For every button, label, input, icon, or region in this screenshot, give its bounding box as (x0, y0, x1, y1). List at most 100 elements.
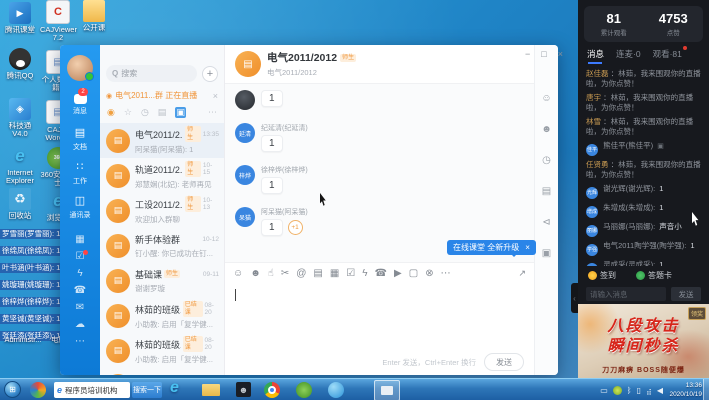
desktop-icon-admin[interactable]: Administr... (2, 336, 44, 344)
tray-app-icon[interactable]: ▭ (600, 386, 608, 395)
live-tab[interactable]: 消息 (587, 48, 604, 60)
taskbar-360-icon[interactable] (296, 382, 312, 398)
sender-avatar[interactable]: 延清 (235, 123, 255, 143)
taskbar-active-app[interactable] (374, 380, 400, 400)
chat-list-item[interactable]: 电气1821/1.. 师生 (100, 368, 224, 375)
toolbar-icon[interactable]: ↗ (518, 268, 526, 279)
tray-device-icon[interactable]: ▯ (637, 386, 641, 395)
sidebar-tool[interactable]: ☑ (76, 248, 85, 265)
side-strip-icon[interactable]: ◷ (542, 155, 551, 166)
close-button[interactable]: × (558, 49, 563, 59)
live-tab[interactable]: 连麦·0 (616, 48, 641, 60)
toolbar-icon[interactable]: ☎ (375, 268, 387, 279)
message-input[interactable] (225, 283, 534, 349)
banner-close-icon[interactable]: × (213, 91, 218, 101)
nav-item[interactable]: ∷ 工作 (73, 159, 87, 187)
desktop-icon[interactable]: 公开课 (76, 0, 112, 32)
toolbar-icon[interactable]: ☺ (233, 268, 243, 279)
nav-item[interactable]: ▤ 文档 (73, 125, 87, 153)
taskbar-ie-icon[interactable]: e (170, 379, 179, 397)
side-strip-icon[interactable]: ▤ (542, 186, 551, 197)
live-send-button[interactable]: 发送 (671, 287, 701, 301)
sidebar-tool[interactable]: ▦ (75, 231, 84, 248)
user-avatar[interactable] (67, 55, 93, 81)
live-chat-input[interactable] (586, 287, 666, 301)
desktop-icon[interactable]: 腾讯课堂 (2, 2, 38, 34)
tooltip-close-icon[interactable]: × (525, 243, 530, 252)
filter-tab-icon[interactable]: ▣ (175, 107, 186, 118)
start-button[interactable]: ⊞ (4, 381, 21, 398)
toolbar-icon[interactable]: ☻ (250, 268, 261, 279)
chat-list-item[interactable]: 轨道2011/2.. 师生 10-15 郑慧娴(北妃): 老师再见 (100, 158, 224, 193)
toolbar-icon[interactable]: ☑ (346, 268, 355, 279)
side-strip-icon[interactable]: ▣ (542, 248, 551, 259)
live-tab[interactable]: 观看·81 (653, 48, 682, 60)
live-action-button[interactable]: 签到 (588, 270, 616, 281)
toolbar-icon[interactable]: ▦ (330, 268, 339, 279)
taskbar-app-dark[interactable]: ☻ (236, 382, 251, 397)
sender-avatar[interactable]: 梓烨 (235, 165, 255, 185)
toolbar-icon[interactable]: ☝ (268, 268, 274, 279)
sender-avatar[interactable] (235, 90, 255, 110)
side-strip-icon[interactable]: ☺ (541, 93, 551, 104)
taskbar-search-button[interactable]: 搜索一下 (132, 382, 162, 398)
toolbar-icon[interactable]: ✂ (281, 268, 289, 279)
chat-list-item[interactable]: 林茹的班级... 已结课 08-20 小助教: 启用「复学健... (100, 298, 224, 333)
side-strip-icon[interactable]: ⊲ (542, 217, 550, 228)
chat-list-item[interactable]: 基础课 师生 09-11 谢谢罗璇 (100, 263, 224, 298)
chat-list-item[interactable]: 新手体验群 10-12 钉小醒: 你已成功在钉... (100, 228, 224, 263)
chat-item-meta: 林茹的班级... 已结课 08-20 小助教: 启用「复学健... (135, 301, 219, 330)
taskbar-clock[interactable]: 13:36 2020/10/19 (660, 381, 702, 399)
minimize-button[interactable]: − (525, 49, 530, 59)
toolbar-icon[interactable]: @ (296, 268, 306, 279)
chat-list-item[interactable]: 电气2011/2.. 师生 13:35 阿呆猫(阿呆猫): 1 (100, 123, 224, 158)
nav-item[interactable]: ◫ 通讯录 (70, 193, 91, 221)
chat-list-item[interactable]: 林茹的班级... 已结课 08-20 小助教: 启用「复学健... (100, 333, 224, 368)
toolbar-icon[interactable]: ▢ (409, 268, 418, 279)
toolbar-icon[interactable]: ▤ (313, 268, 322, 279)
network-signal-icon[interactable]: ⣴ (646, 386, 652, 395)
desktop-icon[interactable]: 回收站 (2, 188, 38, 220)
bluetooth-icon[interactable]: ᛒ (627, 386, 632, 395)
taskbar-folder-icon[interactable] (202, 384, 220, 396)
sidebar-tool[interactable]: ☎ (74, 282, 86, 299)
chat-list-item[interactable]: 工设2011/2.. 师生 10-13 欢迎加入群聊 (100, 193, 224, 228)
sidebar-tool[interactable]: ✉ (76, 299, 84, 316)
show-desktop-button[interactable] (703, 379, 709, 400)
toolbar-icon[interactable]: ⊗ (425, 268, 433, 279)
tray-security-icon[interactable] (613, 386, 622, 395)
taskbar-app-pinwheel[interactable] (30, 382, 46, 398)
send-button[interactable]: 发送 (484, 353, 524, 371)
ad-banner[interactable]: 八段攻击 瞬间秒杀 刀刀麻痹 BOSS随便爆 领奖 (578, 304, 709, 378)
desktop-icon[interactable]: 腾讯QQ (2, 48, 38, 80)
plus-one-sticker[interactable]: +1 (288, 220, 303, 235)
sidebar-tool[interactable]: ☁ (75, 316, 85, 333)
toolbar-icon[interactable]: ▶ (394, 268, 402, 279)
taskbar-search-box[interactable]: e 程序员培训机构 (54, 382, 130, 398)
toolbar-icon[interactable]: ϟ (362, 268, 367, 279)
live-action-button[interactable]: 答题卡 (636, 270, 672, 281)
sender-avatar[interactable]: 呆猫 (235, 207, 255, 227)
taskbar-browser-icon[interactable] (328, 382, 344, 398)
filter-tab-icon[interactable]: ▤ (158, 107, 167, 118)
filter-tab-icon[interactable]: ⋯ (208, 107, 217, 118)
group-avatar-large[interactable] (235, 51, 261, 77)
taskbar-chrome-icon[interactable] (264, 382, 280, 398)
filter-tab-icon[interactable]: ◷ (141, 107, 149, 118)
filter-tab-icon[interactable]: ☆ (124, 107, 132, 118)
side-strip-icon[interactable]: ☻ (541, 124, 552, 135)
panel-collapse-handle[interactable]: ‹ (571, 283, 578, 313)
toolbar-icon[interactable]: ⋯ (441, 268, 451, 279)
sidebar-tool[interactable]: ϟ (77, 265, 82, 282)
desktop-icon[interactable]: CAJViewer 7.2 (40, 0, 76, 42)
live-broadcast-banner[interactable]: ◉ 电气2011...群 正在直播 × (106, 88, 218, 103)
filter-tab-icon[interactable]: ◉ (107, 107, 115, 118)
search-input[interactable]: Q 搜索 (106, 65, 197, 82)
sidebar-tool[interactable]: ⋯ (75, 333, 85, 350)
desktop-icon[interactable]: 科技通 V4.0 (2, 98, 38, 138)
desktop-icon[interactable]: Internet Explorer (2, 145, 38, 185)
add-button[interactable]: + (202, 66, 218, 82)
nav-item[interactable]: 2 消息 (73, 91, 87, 119)
upgrade-tooltip[interactable]: 在线课堂 全新升级 × (447, 240, 536, 255)
maximize-button[interactable]: □ (541, 49, 546, 59)
